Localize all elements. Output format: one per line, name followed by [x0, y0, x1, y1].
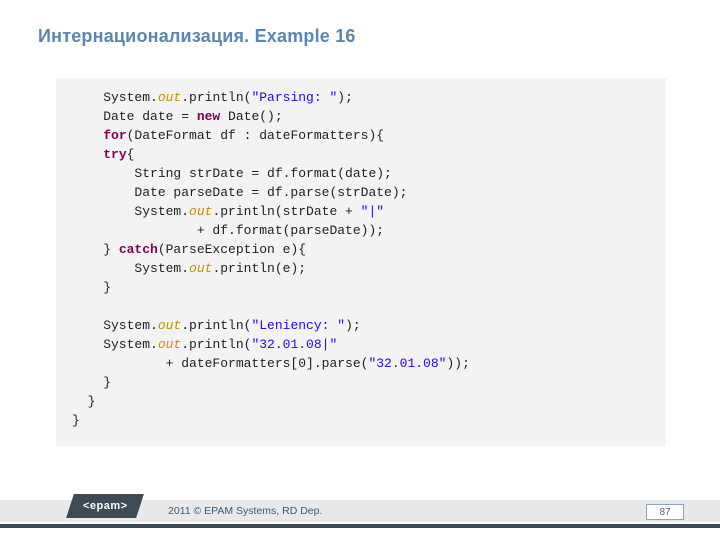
code-line: System.out.println("Parsing: "); — [72, 90, 353, 105]
slide-title: Интернационализация. Example 16 — [38, 26, 356, 47]
page-number: 87 — [646, 504, 684, 520]
code-line: } — [72, 375, 111, 390]
code-line: System.out.println("Leniency: "); — [72, 318, 361, 333]
code-line: try{ — [72, 147, 134, 162]
copyright-text: 2011 © EPAM Systems, RD Dep. — [168, 505, 322, 517]
bottom-accent-line — [0, 524, 720, 528]
code-line: } catch(ParseException e){ — [72, 242, 306, 257]
code-line: Date date = new Date(); — [72, 109, 283, 124]
code-line: } — [72, 394, 95, 409]
code-line: } — [72, 413, 80, 428]
code-line: for(DateFormat df : dateFormatters){ — [72, 128, 384, 143]
slide: Интернационализация. Example 16 System.o… — [0, 0, 720, 540]
code-line: String strDate = df.format(date); — [72, 166, 392, 181]
code-line: + dateFormatters[0].parse("32.01.08")); — [72, 356, 470, 371]
epam-logo: <epam> — [66, 494, 144, 518]
code-line: System.out.println(strDate + "|" — [72, 204, 384, 219]
code-line: System.out.println("32.01.08|" — [72, 337, 337, 352]
code-line: Date parseDate = df.parse(strDate); — [72, 185, 407, 200]
code-line: } — [72, 280, 111, 295]
code-block: System.out.println("Parsing: "); Date da… — [56, 78, 666, 446]
code-line: + df.format(parseDate)); — [72, 223, 384, 238]
code-line: System.out.println(e); — [72, 261, 306, 276]
